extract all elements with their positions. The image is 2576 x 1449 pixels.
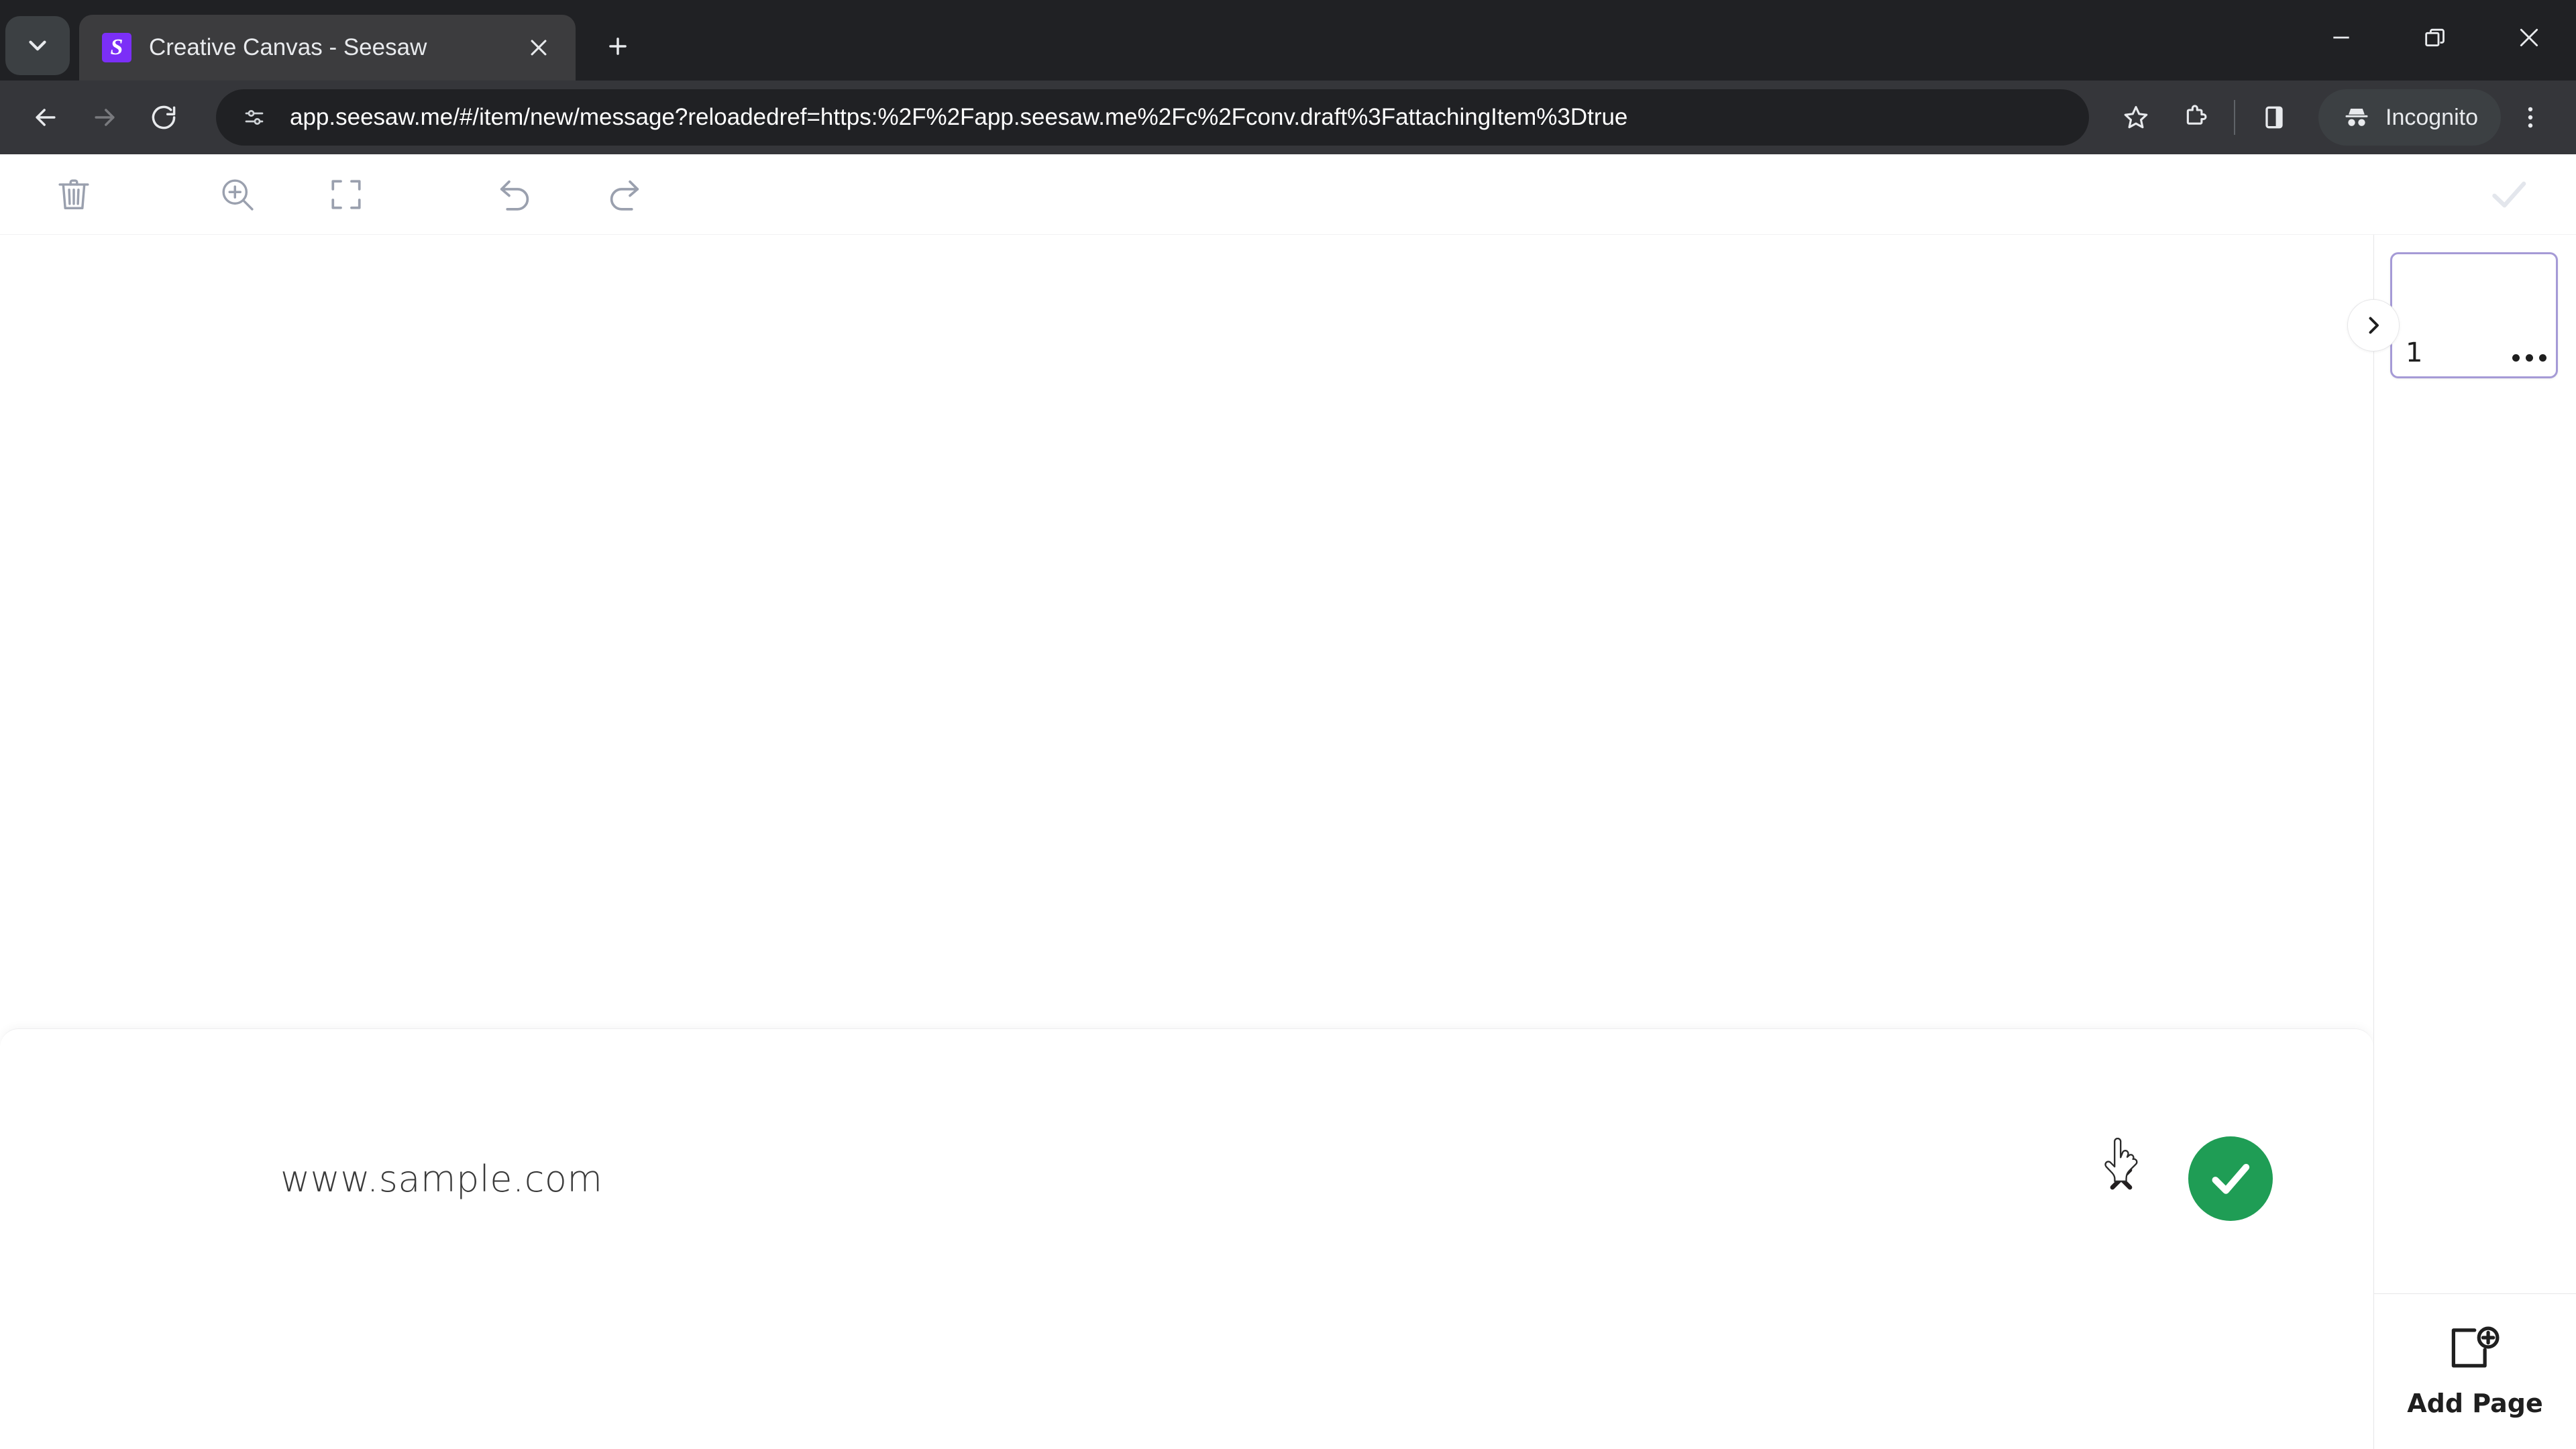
trash-icon xyxy=(58,178,89,209)
link-entry-panel: www.sample.com xyxy=(0,1028,2373,1449)
side-panel-button[interactable] xyxy=(2245,88,2304,147)
maximize-restore-button[interactable] xyxy=(2388,0,2482,75)
browser-window: S Creative Canvas - Seesaw app.seesaw.me… xyxy=(0,0,2576,1449)
zoom-in-button[interactable] xyxy=(203,160,272,229)
incognito-label: Incognito xyxy=(2385,104,2478,130)
redo-button[interactable] xyxy=(589,160,659,229)
link-entry-row: www.sample.com xyxy=(0,1136,2373,1221)
undo-icon xyxy=(500,180,529,211)
seesaw-favicon: S xyxy=(102,33,131,62)
reload-icon xyxy=(152,105,176,129)
add-page-icon xyxy=(2451,1326,2500,1367)
extensions-button[interactable] xyxy=(2165,88,2224,147)
check-icon xyxy=(2212,1163,2250,1194)
check-icon xyxy=(2492,181,2526,207)
close-icon xyxy=(2110,1167,2133,1190)
site-settings-icon xyxy=(245,110,264,125)
arrow-right-icon xyxy=(95,109,115,126)
forward-button[interactable] xyxy=(75,88,134,147)
collapse-pages-panel-button[interactable] xyxy=(2347,299,2400,352)
minimize-icon xyxy=(2333,36,2349,39)
delete-button[interactable] xyxy=(39,160,109,229)
browser-tab[interactable]: S Creative Canvas - Seesaw xyxy=(79,15,576,80)
clear-link-button[interactable] xyxy=(2089,1146,2153,1211)
drawing-canvas[interactable]: www.sample.com xyxy=(0,235,2373,1449)
browser-navigation-bar: app.seesaw.me/#/item/new/message?reloade… xyxy=(0,80,2576,154)
minimize-button[interactable] xyxy=(2294,0,2388,75)
side-panel-icon xyxy=(2265,106,2283,129)
submit-link-button[interactable] xyxy=(2188,1136,2273,1221)
magnifier-plus-icon xyxy=(222,178,254,211)
tab-strip: S Creative Canvas - Seesaw xyxy=(0,0,2576,80)
pages-list: 1 xyxy=(2374,235,2576,1293)
menu-dot xyxy=(2526,354,2533,362)
page-thumbnail[interactable]: 1 xyxy=(2390,252,2558,378)
creative-canvas-toolbar xyxy=(0,154,2576,235)
window-controls xyxy=(2294,0,2576,75)
incognito-indicator[interactable]: Incognito xyxy=(2318,89,2501,146)
undo-button[interactable] xyxy=(480,160,550,229)
pages-panel: 1 Add Page xyxy=(2373,235,2576,1449)
puzzle-piece-icon xyxy=(2186,105,2207,125)
url-text: app.seesaw.me/#/item/new/message?reloade… xyxy=(290,104,1628,130)
favicon-letter: S xyxy=(110,35,123,60)
fit-to-frame-icon xyxy=(331,179,361,209)
menu-dot xyxy=(2539,354,2546,362)
canvas-confirm-button[interactable] xyxy=(2474,160,2544,229)
tab-search-button[interactable] xyxy=(5,16,70,75)
page-content: www.sample.com 1 Add Page xyxy=(0,154,2576,1449)
restore-icon xyxy=(2425,28,2445,47)
new-tab-button[interactable] xyxy=(590,19,645,74)
website-link-input[interactable]: www.sample.com xyxy=(280,1158,2089,1200)
star-icon xyxy=(2124,106,2148,129)
fit-to-frame-button[interactable] xyxy=(311,160,381,229)
omnibox-actions: Incognito xyxy=(2106,88,2560,147)
tab-close-button[interactable] xyxy=(519,28,558,67)
close-icon xyxy=(2520,28,2538,47)
address-bar[interactable]: app.seesaw.me/#/item/new/message?reloade… xyxy=(216,89,2089,146)
add-page-label: Add Page xyxy=(2407,1388,2543,1418)
redo-icon xyxy=(610,180,639,211)
plus-icon xyxy=(609,38,627,55)
arrow-left-icon xyxy=(36,109,56,126)
menu-dot xyxy=(2512,354,2520,362)
page-options-button[interactable] xyxy=(2512,354,2546,362)
add-page-button[interactable]: Add Page xyxy=(2374,1293,2576,1449)
bookmark-button[interactable] xyxy=(2106,88,2165,147)
close-icon xyxy=(531,40,547,56)
toolbar-separator xyxy=(2234,100,2235,135)
window-close-button[interactable] xyxy=(2482,0,2576,75)
reload-button[interactable] xyxy=(134,88,193,147)
browser-menu-button[interactable] xyxy=(2501,88,2560,147)
site-settings-button[interactable] xyxy=(236,99,272,136)
back-button[interactable] xyxy=(16,88,75,147)
three-dot-menu-icon xyxy=(2528,107,2533,128)
page-number: 1 xyxy=(2406,337,2423,368)
chevron-down-icon xyxy=(29,40,46,51)
incognito-icon xyxy=(2345,108,2368,126)
tab-title: Creative Canvas - Seesaw xyxy=(149,34,427,60)
chevron-right-icon xyxy=(2369,317,2379,334)
